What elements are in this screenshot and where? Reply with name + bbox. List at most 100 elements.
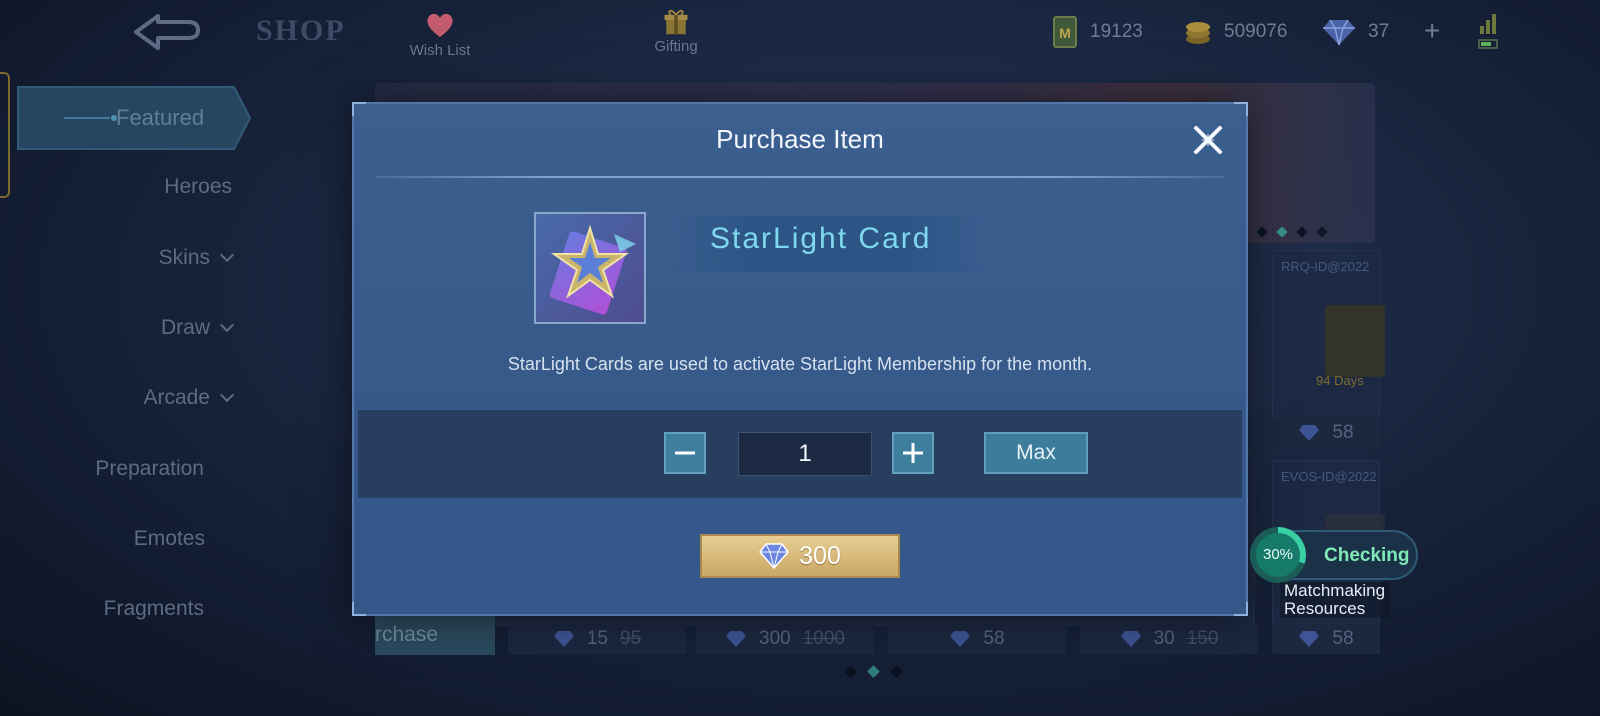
buy-price: 300 [799,541,841,570]
purchase-button[interactable]: rchase [375,615,495,655]
matchmaking-label: Matchmaking Resources [1280,581,1390,618]
price-value: 58 [1332,422,1354,443]
currency-gold: 509076 [1184,14,1287,50]
title-divider [376,176,1224,178]
duration-label: 94 Days [1316,373,1364,388]
sidebar-item-label: Featured [116,105,205,130]
currency-diamond: 37 [1322,14,1389,50]
sidebar-item-draw[interactable]: Draw [160,316,235,340]
frame-corner [1234,602,1248,616]
buy-button[interactable]: 300 [700,534,900,578]
card-tag: EVOS-ID@2022 [1281,469,1377,484]
tab-gifting[interactable]: Gifting [621,6,731,55]
price-strip: 58 [1272,624,1380,654]
item-name: StarLight Card [710,222,932,255]
sidebar-item-arcade[interactable]: Arcade [143,386,235,410]
progress-percent: 30% [1256,533,1300,577]
close-button[interactable] [1190,122,1226,158]
chevron-down-icon [219,317,235,333]
sidebar-item-label: Draw [160,316,210,339]
sidebar-item-label: Emotes [133,527,205,550]
item-icon-frame [534,212,646,324]
diamond-icon [1299,425,1320,441]
diamond-icon [553,631,574,647]
item-description: StarLight Cards are used to activate Sta… [507,354,1093,374]
price-strip: 300 1000 [696,624,874,654]
chevron-down-icon [219,387,235,403]
page-dot-active [1276,226,1288,238]
item-thumbnail [1325,305,1385,377]
price-value: 300 [759,628,791,649]
minus-icon [675,451,695,455]
sidebar-item-featured[interactable]: Featured [14,83,254,153]
add-diamond-button[interactable]: + [1424,16,1440,46]
max-quantity-button[interactable]: Max [984,432,1088,474]
page-dot [890,665,903,678]
currency-ticket: M 19123 [1052,14,1143,50]
sidebar-item-label: Skins [158,246,210,269]
quantity-input[interactable] [738,432,872,476]
close-icon [1194,126,1222,154]
page-title: SHOP [256,14,346,47]
chevron-down-icon [219,247,235,263]
back-arrow-icon [134,14,200,50]
old-price: 150 [1186,628,1219,649]
gold-coin-icon [1186,22,1210,44]
tab-label: Wish List [409,42,471,59]
signal-battery-icon [1478,14,1498,49]
heart-icon [427,13,453,37]
frame-corner [352,602,366,616]
sidebar-edge-bracket [0,72,10,198]
purchase-item-dialog: Purchase Item StarLight Card StarLight C… [352,102,1248,616]
gift-icon [664,9,688,35]
matchmaking-status: Checking [1324,545,1410,566]
sidebar-item-skins[interactable]: Skins [158,246,235,270]
diamond-icon [1323,19,1355,46]
currency-value: 19123 [1090,21,1143,42]
ticket-icon: M [1053,16,1077,48]
price-value: 58 [983,628,1005,649]
sidebar-item-fragments[interactable]: Fragments [104,597,204,621]
sidebar-item-heroes[interactable]: Heroes [164,175,232,199]
label-line: Matchmaking [1284,581,1386,600]
diamond-icon [950,631,971,647]
sidebar-item-label: Arcade [143,386,210,409]
frame-corner [1234,102,1248,116]
sidebar-item-label: Fragments [103,597,204,620]
banner-pagination [1256,226,1328,238]
back-button[interactable] [128,10,206,54]
sidebar-item-label: Preparation [95,457,204,480]
old-price: 95 [620,628,642,649]
page-dot [1296,226,1308,238]
sidebar-item-emotes[interactable]: Emotes [134,527,205,551]
currency-value: 37 [1368,21,1390,42]
plus-icon [903,443,923,463]
frame-corner [352,102,366,116]
price-strip: 58 [1272,418,1380,448]
diamond-icon [726,631,746,647]
tab-label: Gifting [654,38,698,55]
starlight-card-icon [536,214,644,322]
dialog-title: Purchase Item [716,124,884,154]
increase-quantity-button[interactable] [892,432,934,474]
page-dot-active [867,665,880,678]
page-dot [844,665,857,678]
diamond-icon [1299,631,1320,647]
label-line: Resources [1284,599,1366,618]
price-value: 30 [1153,628,1175,649]
decrease-quantity-button[interactable] [664,432,706,474]
tab-wish-list[interactable]: Wish List [385,10,495,59]
diamond-icon [759,543,790,569]
page-dot [1316,226,1328,238]
card-tag: RRQ-ID@2022 [1281,259,1370,274]
price-value: 15 [586,628,608,649]
price-strip: 15 95 [508,624,686,654]
sidebar-item-label: Heroes [164,175,232,198]
old-price: 1000 [802,628,845,649]
price-value: 58 [1332,628,1354,649]
shop-pagination [844,665,903,678]
sidebar-item-preparation[interactable]: Preparation [95,457,204,481]
currency-value: 509076 [1224,21,1288,42]
price-strip: 30 150 [1080,624,1258,654]
price-strip: 58 [888,624,1066,654]
